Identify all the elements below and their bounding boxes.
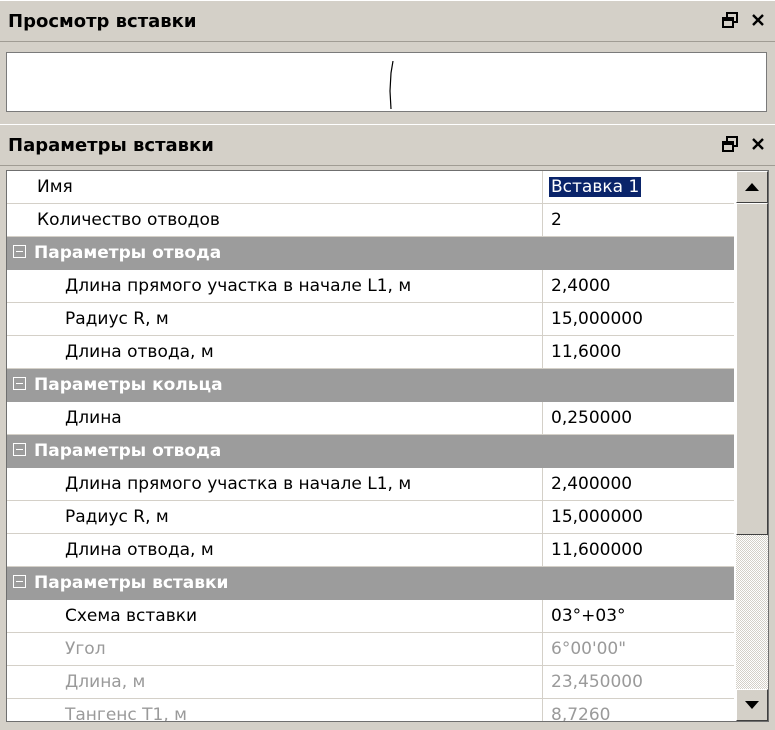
group-header[interactable]: Параметры вставки [7, 566, 734, 600]
group-row[interactable]: Параметры отвода [7, 236, 734, 270]
property-name: Радиус R, м [7, 500, 543, 534]
property-name: Длина прямого участка в начале L1, м [7, 269, 543, 303]
property-row[interactable]: Длина отвода, м 11,6000 [7, 335, 734, 369]
collapse-icon[interactable] [13, 244, 26, 258]
scroll-down-button[interactable] [736, 689, 768, 721]
group-header[interactable]: Параметры отвода [7, 236, 734, 270]
preview-insert-line [389, 61, 394, 109]
property-name: Схема вставки [7, 599, 543, 633]
group-row[interactable]: Параметры вставки [7, 566, 734, 600]
property-name: Длина, м [7, 665, 543, 699]
property-row: Тангенс Т1, м 8,7260 [7, 698, 734, 721]
selected-value[interactable]: Вставка 1 [549, 177, 642, 197]
property-value[interactable]: 11,6000 [542, 335, 734, 369]
property-name: Количество отводов [7, 203, 543, 237]
property-name: Длина [7, 401, 543, 435]
group-label: Параметры кольца [34, 375, 223, 395]
collapse-icon[interactable] [13, 574, 26, 588]
scroll-up-button[interactable] [736, 171, 768, 203]
property-name: Длина прямого участка в начале L1, м [7, 467, 543, 501]
group-label: Параметры отвода [34, 441, 222, 461]
property-row[interactable]: Длина 0,250000 [7, 401, 734, 435]
group-row[interactable]: Параметры отвода [7, 434, 734, 468]
preview-panel: Просмотр вставки [0, 0, 775, 124]
property-grid: Имя Вставка 1 Количество отводов 2 Парам… [6, 170, 769, 722]
preview-title: Просмотр вставки [8, 10, 197, 32]
property-row[interactable]: Радиус R, м 15,000000 [7, 302, 734, 336]
property-value: 6°00'00" [542, 632, 734, 666]
group-label: Параметры отвода [34, 243, 222, 263]
property-name: Угол [7, 632, 543, 666]
property-row[interactable]: Длина прямого участка в начале L1, м 2,4… [7, 269, 734, 303]
property-row[interactable]: Длина отвода, м 11,600000 [7, 533, 734, 567]
property-value[interactable]: Вставка 1 [542, 171, 734, 204]
property-row[interactable]: Имя Вставка 1 [7, 171, 734, 204]
property-value[interactable]: 15,000000 [542, 500, 734, 534]
property-row: Угол 6°00'00" [7, 632, 734, 666]
property-row[interactable]: Длина прямого участка в начале L1, м 2,4… [7, 467, 734, 501]
property-name: Тангенс Т1, м [7, 698, 543, 721]
property-row[interactable]: Схема вставки 03°+03° [7, 599, 734, 633]
property-table: Имя Вставка 1 Количество отводов 2 Парам… [7, 171, 734, 721]
property-value[interactable]: 03°+03° [542, 599, 734, 633]
group-row[interactable]: Параметры кольца [7, 368, 734, 402]
collapse-icon[interactable] [13, 442, 26, 456]
params-title: Параметры вставки [8, 134, 214, 156]
property-value[interactable]: 15,000000 [542, 302, 734, 336]
property-name: Длина отвода, м [7, 335, 543, 369]
arrow-up-icon [745, 183, 759, 191]
property-row[interactable]: Радиус R, м 15,000000 [7, 500, 734, 534]
property-value: 23,450000 [542, 665, 734, 699]
restore-icon[interactable] [719, 133, 741, 155]
property-row[interactable]: Количество отводов 2 [7, 203, 734, 237]
property-value[interactable]: 2 [542, 203, 734, 237]
preview-titlebar: Просмотр вставки [0, 0, 775, 42]
params-panel: Параметры вставки Имя Вставка 1 Количест… [0, 124, 775, 730]
group-label: Параметры вставки [34, 573, 229, 593]
arrow-down-icon [745, 701, 759, 709]
vertical-scrollbar[interactable] [736, 171, 768, 721]
property-name: Длина отвода, м [7, 533, 543, 567]
property-value[interactable]: 2,400000 [542, 467, 734, 501]
restore-icon[interactable] [719, 9, 741, 31]
property-name: Имя [7, 171, 543, 204]
close-icon[interactable] [747, 9, 769, 31]
property-value[interactable]: 0,250000 [542, 401, 734, 435]
property-value[interactable]: 2,4000 [542, 269, 734, 303]
property-value[interactable]: 11,600000 [542, 533, 734, 567]
scroll-thumb[interactable] [736, 203, 768, 535]
group-header[interactable]: Параметры кольца [7, 368, 734, 402]
property-value: 8,7260 [542, 698, 734, 721]
group-header[interactable]: Параметры отвода [7, 434, 734, 468]
params-titlebar: Параметры вставки [0, 124, 775, 166]
close-icon[interactable] [747, 133, 769, 155]
collapse-icon[interactable] [13, 376, 26, 390]
preview-canvas [6, 52, 767, 112]
property-row: Длина, м 23,450000 [7, 665, 734, 699]
property-name: Радиус R, м [7, 302, 543, 336]
